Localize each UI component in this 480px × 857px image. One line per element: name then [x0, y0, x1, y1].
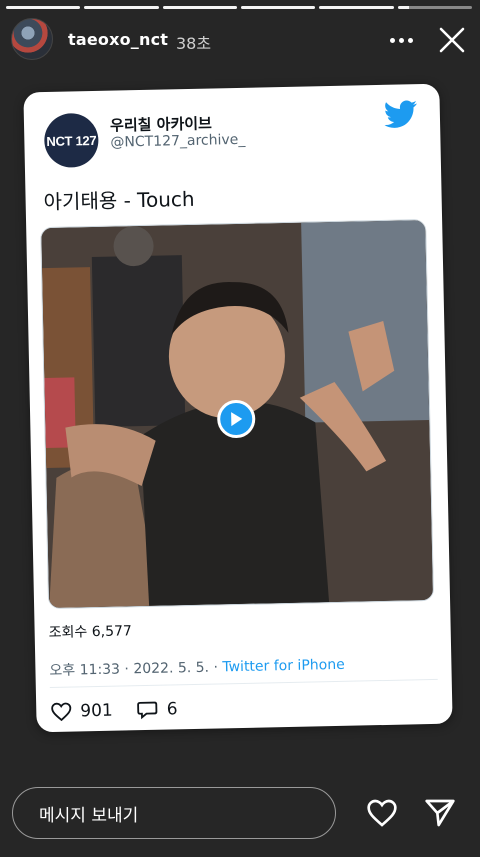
- send-icon[interactable]: [424, 798, 456, 828]
- like-action[interactable]: 901: [50, 701, 113, 722]
- tweet-view-count: 조회수 6,577: [48, 623, 132, 642]
- more-icon[interactable]: [388, 30, 414, 50]
- progress-segment: [240, 6, 316, 9]
- tweet-meta: 오후 11:33 · 2022. 5. 5. · Twitter for iPh…: [49, 656, 345, 680]
- tweet-handle: @NCT127_archive_: [110, 131, 246, 151]
- heart-icon[interactable]: [366, 798, 398, 828]
- tweet-author-avatar: NCT 127: [43, 112, 99, 168]
- progress-segment: [319, 6, 394, 9]
- tweet-video[interactable]: [40, 219, 435, 610]
- divider: [49, 678, 438, 689]
- tweet-time: 오후 11:33: [49, 661, 121, 680]
- story-time-ago: 38초: [176, 34, 212, 53]
- tweet-card[interactable]: NCT 127 우리칠 아카이브 @NCT127_archive_ 아기태용 -…: [23, 83, 453, 733]
- progress-segment: [84, 6, 159, 9]
- reply-icon: [137, 701, 158, 720]
- progress-segment: [162, 6, 237, 9]
- heart-outline-icon: [51, 702, 72, 722]
- tweet-date: 2022. 5. 5.: [133, 659, 210, 678]
- story-header: taeoxo_nct 38초: [0, 14, 480, 68]
- reply-count: 6: [166, 699, 178, 720]
- user-avatar[interactable]: [11, 18, 53, 60]
- close-icon[interactable]: [436, 24, 468, 56]
- reply-action[interactable]: 6: [137, 699, 178, 720]
- twitter-bird-icon: [384, 100, 417, 128]
- progress-segment: [397, 6, 472, 9]
- play-icon: [231, 412, 243, 427]
- tweet-actions: 901 6: [50, 699, 192, 722]
- tweet-text: 아기태용 - Touch: [43, 186, 195, 215]
- tweet-source[interactable]: Twitter for iPhone: [222, 657, 345, 676]
- like-count: 901: [80, 700, 113, 722]
- story-progress-bars: [6, 6, 472, 9]
- username[interactable]: taeoxo_nct: [68, 30, 168, 49]
- progress-segment: [6, 6, 81, 9]
- message-input[interactable]: 메시지 보내기: [12, 787, 336, 839]
